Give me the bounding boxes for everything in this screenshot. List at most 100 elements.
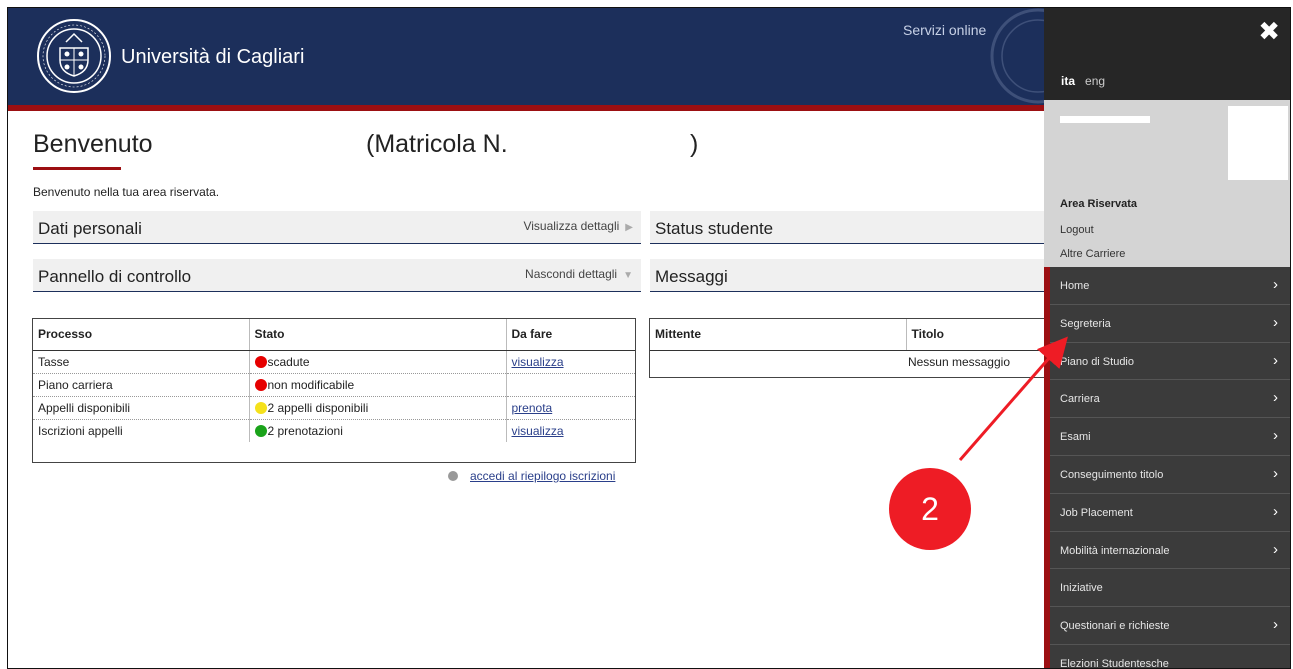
lang-eng[interactable]: eng [1085,74,1105,88]
column-header: Da fare [505,319,635,351]
table-row: Nessun messaggio [650,350,1050,373]
menu-item-label[interactable]: Home [1060,280,1089,292]
triangle-right-icon[interactable]: ▶ [625,222,633,233]
panel-title: Pannello di controllo [38,267,192,286]
status-dot-icon [254,424,267,437]
chevron-right-icon[interactable]: › [1273,465,1278,482]
chevron-right-icon[interactable]: › [1273,352,1278,369]
menu-item[interactable]: Mobilità internazionale › [1050,532,1290,570]
menu-item-label[interactable]: Piano di Studio [1060,356,1134,368]
column-header: Stato [248,319,506,351]
riepilogo-link[interactable]: accedi al riepilogo iscrizioni [470,469,615,483]
column-header: Titolo [905,319,1050,351]
processo-cell: Appelli disponibili [33,396,249,420]
menu-item[interactable]: Home › [1050,267,1290,305]
close-icon[interactable]: ✖ [1258,16,1280,47]
altre-carriere-link[interactable]: Altre Carriere [1060,248,1125,260]
matricola-close: ) [690,130,699,158]
column-header: Processo [33,319,249,351]
panel-dati-personali: Dati personali Visualizza dettagli ▶ [33,211,641,244]
menu-item[interactable]: Segreteria › [1050,305,1290,343]
triangle-down-icon[interactable]: ▼ [623,270,633,281]
panel-title: Dati personali [38,219,142,238]
link-label[interactable]: Visualizza dettagli [523,219,619,233]
menu-item-label[interactable]: Esami [1060,431,1091,443]
menu-item-label[interactable]: Conseguimento titolo [1060,469,1163,481]
stato-cell: 2 appelli disponibili [248,396,506,420]
link-label[interactable]: Nascondi dettagli [525,267,617,281]
stato-text: 2 appelli disponibili [267,400,369,415]
panel-pannello-controllo: Pannello di controllo Nascondi dettagli ▼ [33,259,641,292]
table-header-row: Processo Stato Da fare [33,319,635,351]
chevron-right-icon[interactable]: › [1273,427,1278,444]
servizi-online-label: Servizi online [903,22,987,38]
stato-text: scadute [267,354,310,369]
table-row: Piano carriera non modificabile [33,373,635,397]
azione-cell: prenota [505,396,635,420]
chevron-right-icon[interactable]: › [1273,616,1278,633]
menu-item-label[interactable]: Carriera [1060,393,1100,405]
user-box [1044,100,1290,267]
nascondi-dettagli-link[interactable]: Nascondi dettagli ▼ [525,267,633,281]
browser-frame: Università di Cagliari Servizi online Be… [7,7,1291,669]
menu-item[interactable]: Elezioni Studentesche [1050,645,1290,668]
panel-title: Messaggi [655,267,728,286]
area-riservata-heading: Area Riservata [1060,198,1138,210]
process-table-container: Processo Stato Da fare Tasse scadute visua… [32,318,636,463]
chevron-right-icon[interactable]: › [1273,503,1278,520]
menu-item[interactable]: Carriera › [1050,380,1290,419]
university-name[interactable]: Università di Cagliari [121,46,304,69]
visualizza-dettagli-link[interactable]: Visualizza dettagli ▶ [523,219,633,233]
empty-messages-text: Nessun messaggio [907,354,1010,369]
logout-link[interactable]: Logout [1060,224,1094,236]
menu-item[interactable]: Questionari e richieste › [1050,607,1290,645]
process-table: Processo Stato Da fare Tasse scadute visua… [33,319,635,442]
column-header: Mittente [650,319,906,351]
menu-item[interactable]: Conseguimento titolo › [1050,456,1290,494]
menu-item-label[interactable]: Segreteria [1060,318,1111,330]
table-row: Iscrizioni appelli 2 prenotazioni visualiz… [33,419,635,442]
menu-item-label[interactable]: Mobilità internazionale [1060,545,1169,557]
menu-item[interactable]: Iniziative [1050,569,1290,608]
messages-table-container: Mittente Titolo Nessun messaggio [649,318,1050,378]
chevron-right-icon[interactable]: › [1273,276,1278,293]
language-switch: ita eng [1061,74,1105,88]
status-dot-icon [254,401,267,414]
azione-cell: visualizza [505,419,635,442]
azione-link[interactable]: visualizza [512,424,564,438]
menu-item[interactable]: Job Placement › [1050,494,1290,532]
avatar [1228,106,1288,180]
side-menu-top: ✖ ita eng [1044,8,1290,100]
stato-cell: 2 prenotazioni [248,419,506,442]
panel-messaggi: Messaggi [650,259,1044,292]
chevron-right-icon[interactable]: › [1273,541,1278,558]
table-header-row: Mittente Titolo [650,319,1050,351]
stato-cell: non modificabile [248,373,506,397]
stato-text: 2 prenotazioni [267,423,343,438]
lang-ita[interactable]: ita [1061,74,1075,88]
side-menu-list: Home › Segreteria › Piano di Studio › Carriera… [1050,267,1290,668]
table-row: Appelli disponibili 2 appelli disponibili… [33,396,635,420]
menu-item-label[interactable]: Iniziative [1060,582,1103,594]
status-dot-icon [254,355,267,368]
menu-item-label[interactable]: Job Placement [1060,507,1133,519]
menu-item[interactable]: Esami › [1050,418,1290,456]
menu-item[interactable]: Piano di Studio › [1050,343,1290,381]
side-menu: ✖ ita eng Area Riservata Logout Altre Car… [1044,8,1290,668]
processo-cell: Iscrizioni appelli [38,423,123,438]
chevron-right-icon[interactable]: › [1273,314,1278,331]
welcome-text: Benvenuto nella tua area riservata. [33,185,220,199]
page-title: Benvenuto [33,130,153,158]
menu-item-label[interactable]: Elezioni Studentesche [1060,658,1169,668]
azione-link[interactable]: prenota [512,401,553,415]
user-name-redacted [1060,116,1150,123]
step-badge: 2 [889,468,971,550]
chevron-right-icon[interactable]: › [1273,389,1278,406]
azione-link[interactable]: visualizza [512,355,564,369]
riepilogo-iscrizioni[interactable]: accedi al riepilogo iscrizioni [448,469,615,483]
stato-cell: scadute [248,350,506,374]
panel-title: Status studente [655,219,774,238]
university-seal-logo[interactable] [36,18,112,94]
menu-item-label[interactable]: Questionari e richieste [1060,620,1169,632]
panel-status-studente: Status studente [650,211,1044,244]
